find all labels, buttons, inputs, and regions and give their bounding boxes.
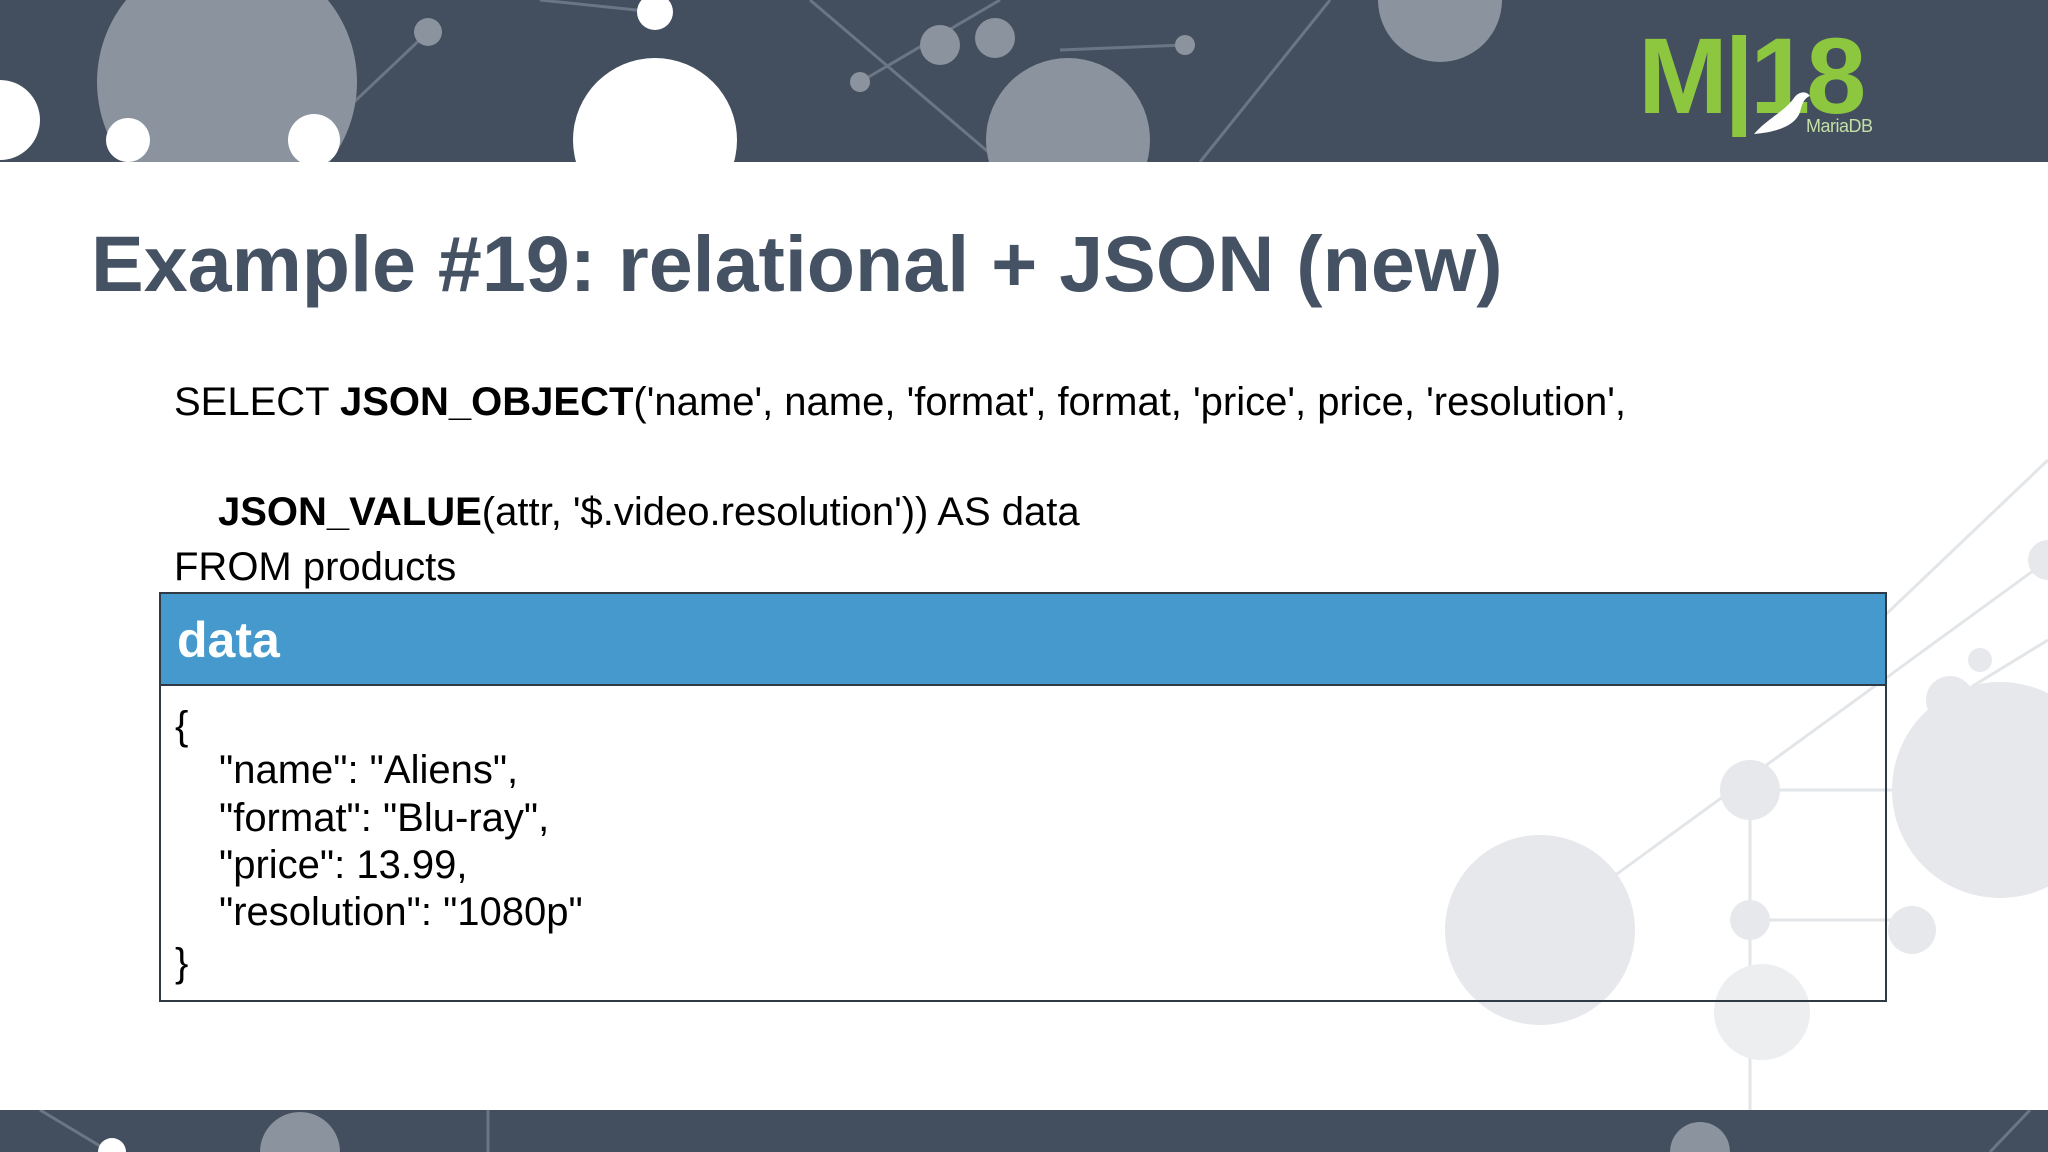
- sql-from-line: FROM products: [174, 545, 457, 589]
- slide-title: Example #19: relational + JSON (new): [91, 219, 1503, 308]
- m18-mariadb-logo: M|18 MariaDB: [1638, 22, 1888, 152]
- footer-band: [0, 1110, 2048, 1152]
- json-line-price: "price": 13.99,: [219, 843, 468, 887]
- result-table: data { "name": "Aliens", "format": "Blu-…: [159, 592, 1887, 1002]
- sql-json-value-line: JSON_VALUE(attr, '$.video.resolution')) …: [218, 488, 1080, 536]
- json-line-resolution: "resolution": "1080p": [219, 890, 583, 934]
- sql-select-line: SELECT JSON_OBJECT('name', name, 'format…: [174, 378, 1626, 426]
- column-header-data: data: [177, 612, 280, 668]
- json-line-format: "format": "Blu-ray",: [219, 796, 550, 840]
- json-close-brace: }: [175, 941, 189, 985]
- json-line-name: "name": "Aliens",: [219, 748, 519, 792]
- header-band: M|18 MariaDB: [0, 0, 2048, 162]
- logo-subtext: MariaDB: [1806, 116, 1873, 136]
- table-row: { "name": "Aliens", "format": "Blu-ray",…: [161, 686, 1885, 1000]
- table-header: data: [161, 594, 1885, 686]
- sql-keyword-select: SELECT: [174, 380, 340, 424]
- json-open-brace: {: [175, 704, 189, 748]
- footer-network-decoration: [39, 1110, 2032, 1152]
- sql-json-object-args: ('name', name, 'format', format, 'price'…: [633, 380, 1626, 424]
- sql-function-json-value: JSON_VALUE: [218, 490, 482, 534]
- sql-function-json-object: JSON_OBJECT: [340, 380, 634, 424]
- sql-json-value-args: (attr, '$.video.resolution')) AS data: [481, 490, 1080, 534]
